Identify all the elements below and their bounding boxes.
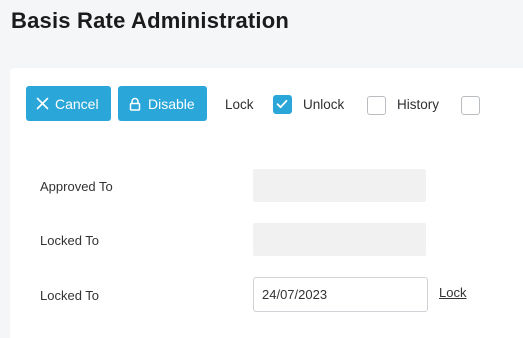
lock-link[interactable]: Lock	[439, 285, 466, 300]
checkmark-icon	[276, 99, 288, 109]
locked-to-label: Locked To	[40, 233, 100, 248]
cancel-button[interactable]: Cancel	[26, 86, 111, 121]
cancel-button-label: Cancel	[55, 95, 99, 112]
approved-to-label: Approved To	[40, 179, 113, 194]
disable-button[interactable]: Disable	[118, 86, 207, 121]
approved-to-field	[253, 169, 426, 202]
lock-icon	[128, 97, 142, 111]
page-title: Basis Rate Administration	[11, 8, 290, 33]
history-label: History	[397, 97, 440, 112]
locked-to-date-label: Locked To	[40, 288, 100, 303]
lock-label: Lock	[225, 97, 254, 112]
disable-button-label: Disable	[148, 95, 195, 112]
unlock-checkbox[interactable]	[367, 96, 386, 115]
history-checkbox[interactable]	[461, 96, 480, 115]
close-icon	[36, 97, 49, 110]
unlock-label: Unlock	[303, 97, 345, 112]
locked-to-date-input[interactable]	[253, 277, 428, 312]
locked-to-field	[253, 223, 426, 256]
lock-checkbox[interactable]	[273, 95, 292, 114]
